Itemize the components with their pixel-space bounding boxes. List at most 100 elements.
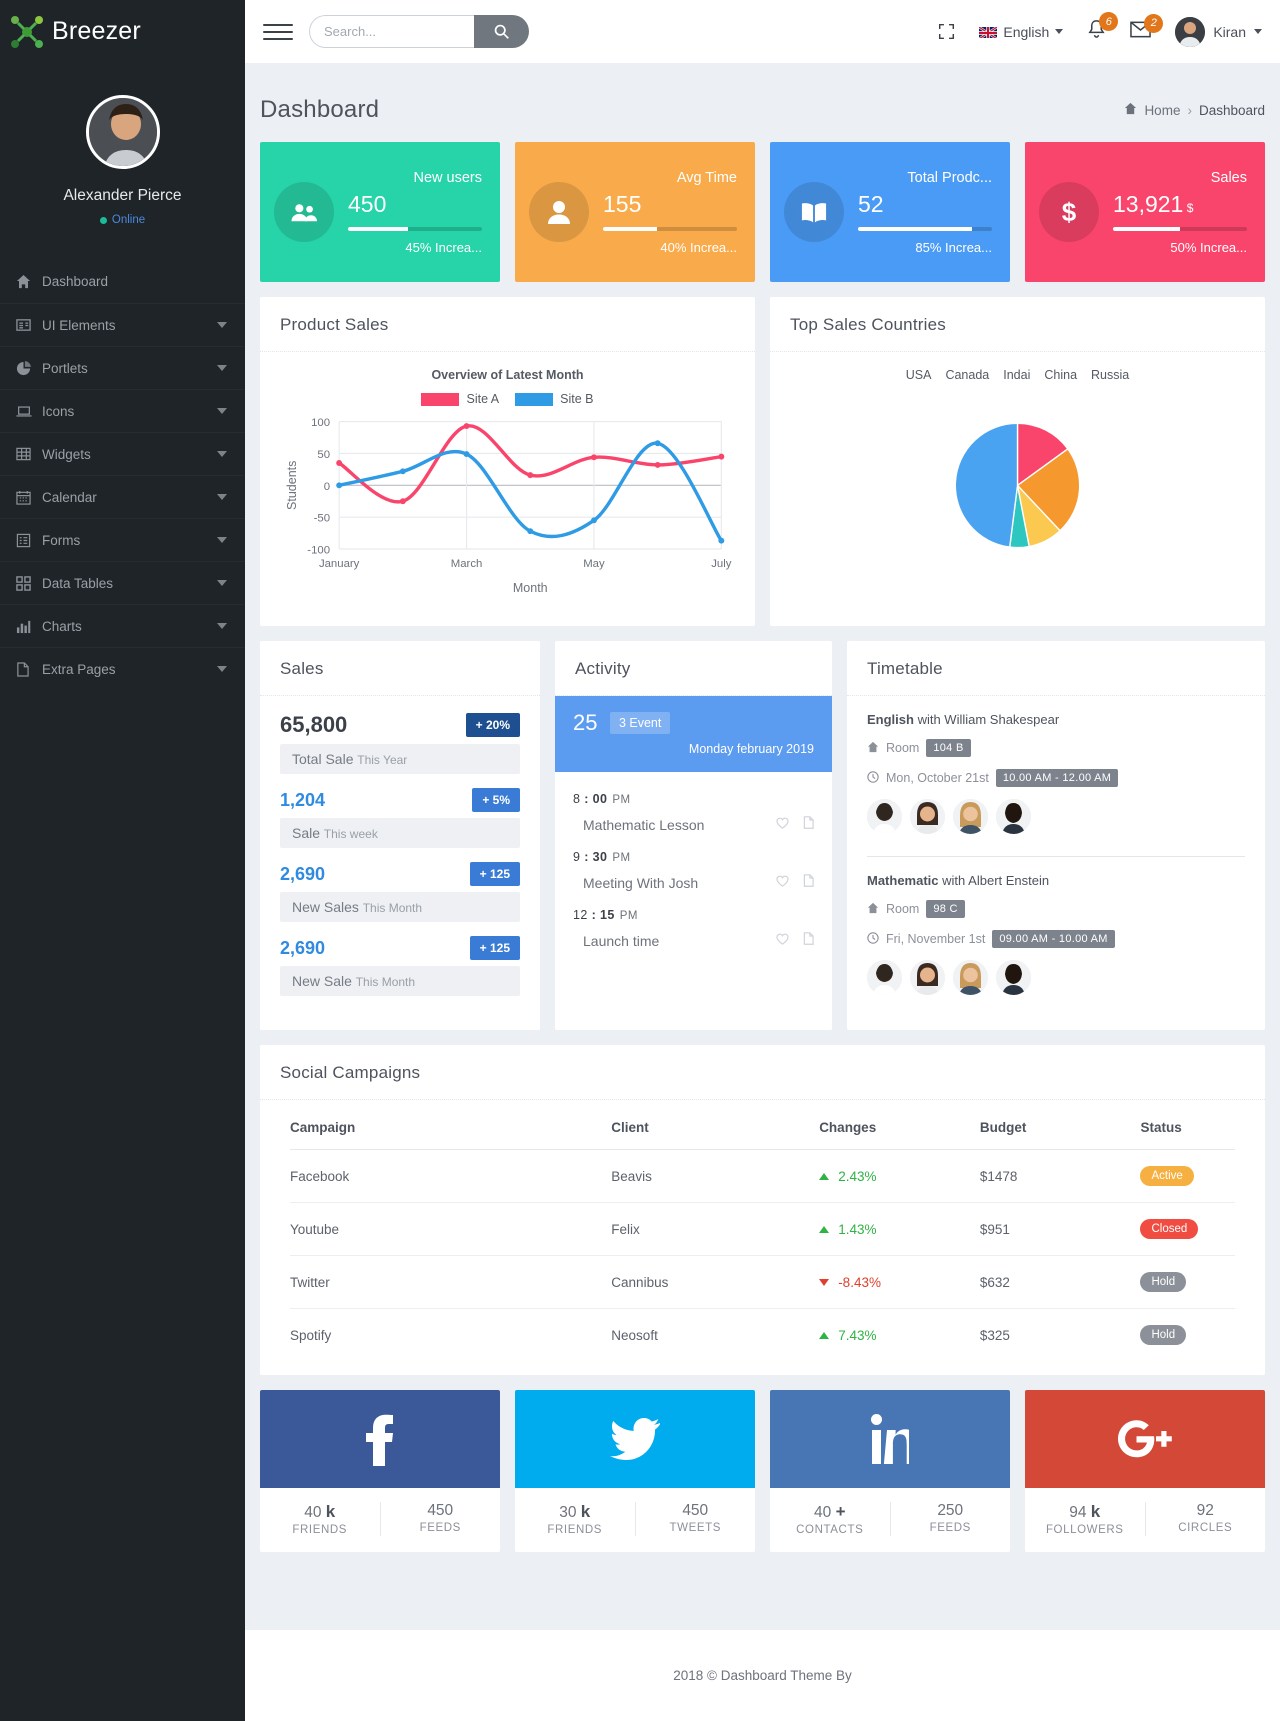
- sidebar-item-extra-pages[interactable]: Extra Pages: [0, 647, 245, 690]
- social-card-twitter[interactable]: 30 k FRIENDS 450 TWEETS: [515, 1390, 755, 1552]
- stat-title: New users: [413, 169, 483, 186]
- schedule-date: Fri, November 1st: [886, 932, 986, 946]
- sidebar-item-icons[interactable]: Icons: [0, 389, 245, 432]
- dark-hair-woman-avatar[interactable]: [910, 799, 945, 834]
- cell-status: Hold: [1140, 1255, 1235, 1309]
- sidebar-item-widgets[interactable]: Widgets: [0, 432, 245, 475]
- chevron-down-icon[interactable]: [217, 408, 227, 414]
- line-chart[interactable]: 100 50 0 -50 -100 January March May July Students…: [280, 406, 735, 606]
- timetable-panel: Timetable English with William Shakespea…: [847, 641, 1265, 1030]
- panel-header: Social Campaigns: [260, 1045, 1265, 1100]
- chevron-down-icon[interactable]: [217, 365, 227, 371]
- chevron-down-icon[interactable]: [217, 580, 227, 586]
- timetable-item: English with William Shakespear Room 104 B…: [867, 712, 1245, 840]
- table-head: Campaign Client Changes Budget Status: [290, 1106, 1235, 1150]
- chevron-down-icon[interactable]: [217, 322, 227, 328]
- sidebar-item-label: Forms: [42, 532, 81, 548]
- notifications-button[interactable]: 6: [1087, 12, 1119, 44]
- search-input[interactable]: [309, 15, 474, 48]
- legend-item-0[interactable]: Site A: [421, 392, 499, 406]
- social-card-linkedin[interactable]: 40 + CONTACTS 250 FEEDS: [770, 1390, 1010, 1552]
- main-content: Dashboard Home › Dashboard New users 450 4…: [245, 63, 1280, 1576]
- stat-card-0[interactable]: New users 450 45% Increa...: [260, 142, 500, 282]
- activity-hour: 12: [573, 908, 588, 922]
- dark-hair-woman-avatar[interactable]: [910, 960, 945, 995]
- sidebar-item-data-tables[interactable]: Data Tables: [0, 561, 245, 604]
- pie-legend-item-3[interactable]: China: [1044, 368, 1077, 382]
- social-stat-value: 92: [1196, 1502, 1214, 1519]
- legend-label: China: [1044, 368, 1078, 382]
- sales-sublabel: This Month: [355, 975, 416, 989]
- sidebar-item-dashboard[interactable]: Dashboard: [0, 260, 245, 303]
- blonde-woman-avatar[interactable]: [953, 960, 988, 995]
- stat-card-1[interactable]: Avg Time 155 40% Increa...: [515, 142, 755, 282]
- sales-value: 1,204: [280, 789, 326, 810]
- table-row[interactable]: Youtube Felix 1.43% $951 Closed: [290, 1202, 1235, 1256]
- status-badge: Active: [1140, 1166, 1194, 1186]
- stat-card-2[interactable]: Total Prodc... 52 85% Increa...: [770, 142, 1010, 282]
- social-card-google-plus[interactable]: 94 k FOLLOWERS 92 CIRCLES: [1025, 1390, 1265, 1552]
- user-name: Kiran: [1213, 23, 1246, 40]
- fullscreen-icon[interactable]: [938, 23, 955, 40]
- table-row[interactable]: Twitter Cannibus -8.43% $632 Hold: [290, 1255, 1235, 1309]
- chevron-down-icon[interactable]: [217, 451, 227, 457]
- file-icon[interactable]: [803, 874, 814, 892]
- activity-row[interactable]: Meeting With Josh: [573, 874, 814, 892]
- social-stat-label: TWEETS: [669, 1522, 721, 1534]
- social-card-facebook[interactable]: 40 k FRIENDS 450 FEEDS: [260, 1390, 500, 1552]
- activity-row[interactable]: Launch time: [573, 932, 814, 950]
- search-button[interactable]: [474, 15, 529, 48]
- pie-legend-item-1[interactable]: Canada: [945, 368, 989, 382]
- heart-icon[interactable]: [776, 932, 789, 950]
- messages-button[interactable]: 2: [1130, 13, 1164, 43]
- legend-item-1[interactable]: Site B: [515, 392, 594, 406]
- beard-man-avatar[interactable]: [867, 960, 902, 995]
- table-row[interactable]: Facebook Beavis 2.43% $1478 Active: [290, 1149, 1235, 1203]
- user-menu[interactable]: Kiran: [1175, 16, 1262, 47]
- svg-text:January: January: [319, 558, 360, 570]
- chevron-down-icon[interactable]: [217, 623, 227, 629]
- menu-toggle-icon[interactable]: [263, 23, 293, 40]
- sales-delta-badge: + 125: [469, 936, 520, 960]
- chevron-down-icon[interactable]: [217, 494, 227, 500]
- file-icon[interactable]: [803, 816, 814, 834]
- campaigns-title: Social Campaigns: [280, 1063, 421, 1082]
- calendar-icon: [16, 490, 42, 505]
- avatar[interactable]: [85, 95, 160, 169]
- line-chart-caption: Overview of Latest Month: [431, 368, 584, 382]
- pie-chart[interactable]: [790, 394, 1245, 559]
- sidebar-item-forms[interactable]: Forms: [0, 518, 245, 561]
- beard-man2-avatar[interactable]: [996, 799, 1031, 834]
- sidebar-item-ui-elements[interactable]: UI Elements: [0, 303, 245, 346]
- activity-date-header[interactable]: 25 3 Event Monday february 2019: [555, 696, 832, 772]
- cell-campaign: Twitter: [290, 1255, 612, 1309]
- chevron-down-icon[interactable]: [217, 666, 227, 672]
- sidebar-item-calendar[interactable]: Calendar: [0, 475, 245, 518]
- status-badge: Hold: [1140, 1272, 1187, 1292]
- pie-legend-item-4[interactable]: Russia: [1091, 368, 1129, 382]
- change-value: 2.43%: [838, 1168, 877, 1184]
- pie-legend-item-2[interactable]: Indai: [1003, 368, 1030, 382]
- table-row[interactable]: Spotify Neosoft 7.43% $325 Hold: [290, 1309, 1235, 1362]
- sidebar-item-portlets[interactable]: Portlets: [0, 346, 245, 389]
- brand[interactable]: Breezer: [0, 0, 245, 63]
- heart-icon[interactable]: [776, 874, 789, 892]
- beard-man2-avatar[interactable]: [996, 960, 1031, 995]
- product-sales-panel: Product Sales Overview of Latest Month S…: [260, 297, 755, 626]
- sales-value: 2,690: [280, 863, 326, 884]
- arrow-up-icon: [819, 1331, 830, 1339]
- heart-icon[interactable]: [776, 816, 789, 834]
- beard-man-avatar[interactable]: [867, 799, 902, 834]
- activity-row[interactable]: Mathematic Lesson: [573, 816, 814, 834]
- chevron-down-icon[interactable]: [217, 537, 227, 543]
- file-icon[interactable]: [803, 932, 814, 950]
- sidebar-item-charts[interactable]: Charts: [0, 604, 245, 647]
- stat-card-3[interactable]: $ Sales 13,921 $ 50% Increa...: [1025, 142, 1265, 282]
- breadcrumb-home[interactable]: Home: [1144, 103, 1180, 118]
- sales-row: 65,800 + 20%: [280, 712, 520, 738]
- pie-legend-item-0[interactable]: USA: [906, 368, 932, 382]
- blonde-woman-avatar[interactable]: [953, 799, 988, 834]
- legend-label: USA: [905, 368, 932, 382]
- svg-text:$: $: [1062, 198, 1077, 226]
- language-selector[interactable]: English: [979, 24, 1064, 40]
